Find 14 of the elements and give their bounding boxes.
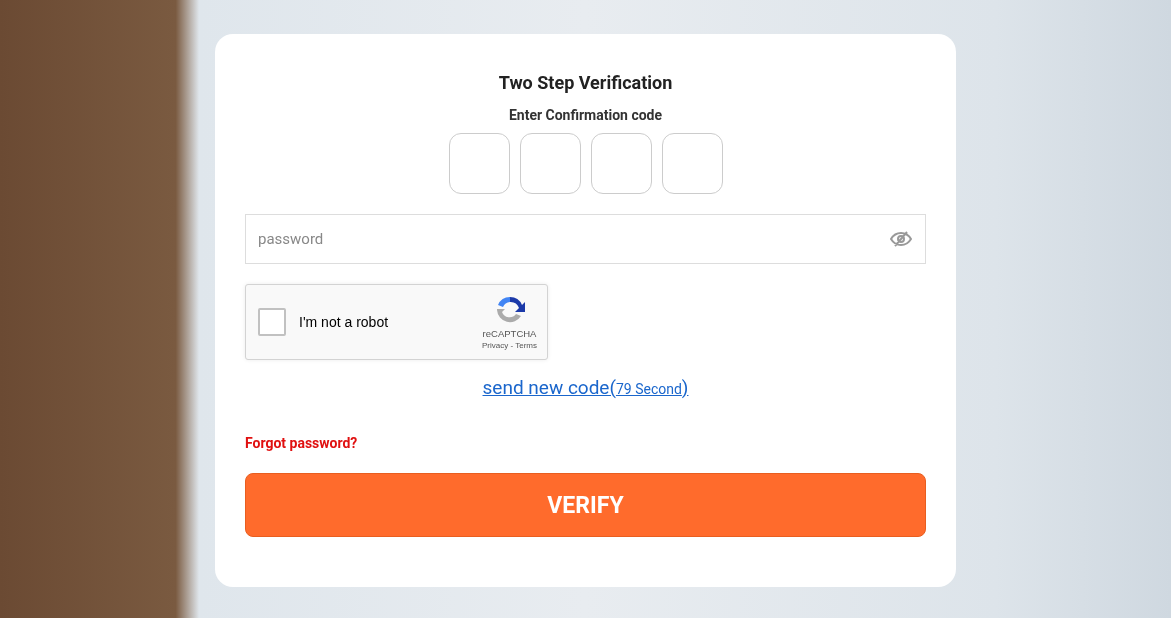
code-digit-field[interactable] [661,133,723,194]
forgot-password-link[interactable]: Forgot password? [245,435,358,451]
code-digit-field[interactable] [448,133,510,194]
code-digit-field[interactable] [590,133,652,194]
send-new-code-link[interactable]: send new code(79 Second) [482,376,689,399]
card-title: Two Step Verification [498,72,673,93]
captcha-policy-links[interactable]: Privacy - Terms [482,341,537,350]
password-field[interactable]: password [245,214,926,264]
captcha-brand: reCAPTCHA [482,328,537,339]
captcha-label: I'm not a robot [299,314,390,330]
eye-slash-icon[interactable] [890,231,912,247]
captcha-checkbox[interactable] [258,308,286,336]
card-subtitle: Enter Confirmation code [508,107,663,123]
code-digit-field[interactable] [519,133,581,194]
